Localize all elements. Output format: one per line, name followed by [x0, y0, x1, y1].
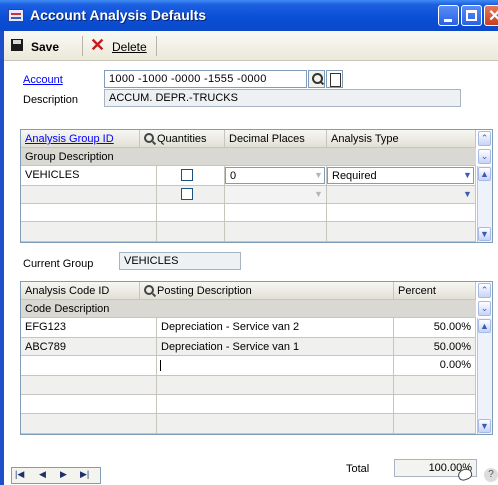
account-input[interactable]: 1000 -1000 -0000 -1555 -0000 — [104, 70, 307, 88]
table-row-cell-posting-description[interactable] — [157, 356, 394, 376]
scroll-down-icon[interactable]: ▼ — [478, 227, 491, 241]
table-row-empty[interactable] — [225, 204, 327, 222]
scroll-up-icon[interactable]: ▲ — [478, 167, 491, 181]
toolbar-separator — [82, 36, 83, 56]
column-header-analysis-code-id: Analysis Code ID — [21, 282, 140, 300]
table-row-cell-posting-description[interactable]: Depreciation - Service van 1 — [157, 338, 394, 356]
chevron-down-icon[interactable]: ▼ — [463, 189, 472, 199]
analysis-group-id-link[interactable]: Analysis Group ID — [25, 133, 114, 145]
current-group-label: Current Group — [23, 258, 94, 270]
delete-x-icon[interactable]: ✕ — [90, 36, 105, 54]
save-button[interactable]: Save — [31, 40, 59, 54]
help-icon[interactable]: ? — [484, 468, 498, 482]
minimize-icon — [444, 19, 452, 22]
table-row-empty[interactable] — [21, 414, 157, 434]
account-lookup-icon[interactable] — [308, 70, 325, 88]
collapse-grid-icon[interactable]: ⌃ — [478, 283, 491, 298]
table-row-cell-decimal-places: ▼ — [225, 186, 327, 204]
close-button[interactable]: ✕ — [484, 5, 498, 26]
table-row-empty[interactable] — [327, 222, 476, 242]
table-row-empty[interactable] — [157, 204, 225, 222]
table-row-cell-percent[interactable]: 50.00% — [394, 318, 476, 338]
save-icon[interactable] — [11, 39, 23, 51]
table-row-empty[interactable] — [225, 222, 327, 242]
column-header-quantities[interactable]: Quantities — [140, 130, 225, 148]
account-link[interactable]: Account — [23, 74, 63, 86]
description-field: ACCUM. DEPR.-TRUCKS — [104, 89, 461, 107]
table-row-empty[interactable] — [157, 222, 225, 242]
minimize-button[interactable] — [438, 5, 459, 26]
table-row-empty[interactable] — [157, 376, 394, 395]
total-label: Total — [346, 463, 370, 475]
window-title: Account Analysis Defaults — [30, 7, 207, 23]
table-row-cell-percent[interactable]: 50.00% — [394, 338, 476, 356]
table-row-empty[interactable] — [157, 395, 394, 414]
posting-description-label: Posting Description — [157, 285, 252, 297]
magnifier-icon[interactable] — [144, 133, 154, 143]
column-header-analysis-type: Analysis Type — [327, 130, 476, 148]
table-row-empty[interactable] — [394, 376, 476, 395]
magnifier-icon[interactable] — [144, 285, 154, 295]
table-row-cell-code-id[interactable]: ABC789 — [21, 338, 157, 356]
table-row-empty[interactable] — [21, 222, 157, 242]
table-row-cell-percent[interactable]: 0.00% — [394, 356, 476, 376]
scroll-down-icon[interactable]: ▼ — [478, 419, 491, 433]
analysis-type-dropdown[interactable]: Required ▼ — [327, 167, 474, 184]
toolbar-separator — [156, 36, 157, 56]
code-grid-scrollbar[interactable] — [477, 318, 492, 434]
close-icon: ✕ — [488, 8, 498, 25]
table-row-cell-posting-description[interactable]: Depreciation - Service van 2 — [157, 318, 394, 338]
decimal-places-dropdown[interactable]: 0 ▼ — [225, 167, 325, 184]
table-row-cell-analysis-type[interactable]: ▼ — [327, 186, 476, 204]
previous-record-icon[interactable]: ◀ — [39, 469, 46, 480]
maximize-icon — [466, 10, 477, 21]
last-record-icon[interactable]: ▶| — [80, 469, 89, 480]
delete-button[interactable]: Delete — [112, 40, 147, 54]
maximize-button[interactable] — [461, 5, 482, 26]
column-header-code-description: Code Description — [21, 300, 476, 318]
description-label: Description — [23, 94, 79, 106]
text-cursor — [160, 360, 161, 371]
table-row-cell-code-id[interactable] — [21, 356, 157, 376]
analysis-type-value: Required — [332, 170, 377, 182]
expand-grid-icon[interactable]: ⌄ — [478, 149, 491, 164]
table-row-empty[interactable] — [394, 395, 476, 414]
scroll-up-icon[interactable]: ▲ — [478, 319, 491, 333]
first-record-icon[interactable]: |◀ — [15, 469, 24, 480]
quantities-checkbox[interactable] — [181, 188, 193, 200]
chevron-down-icon: ▼ — [314, 189, 323, 199]
current-group-field: VEHICLES — [119, 252, 241, 270]
table-row-empty[interactable] — [157, 414, 394, 434]
chevron-down-icon[interactable]: ▼ — [463, 170, 472, 180]
column-header-group-description: Group Description — [21, 148, 476, 166]
table-row-empty[interactable] — [327, 204, 476, 222]
table-row-cell-group-id[interactable] — [21, 186, 157, 204]
window-icon — [8, 9, 24, 22]
table-row-empty[interactable] — [21, 204, 157, 222]
expand-grid-icon[interactable]: ⌄ — [478, 301, 491, 316]
table-row-cell-analysis-type[interactable]: Required ▼ — [327, 166, 476, 186]
toolbar — [4, 31, 498, 61]
quantities-label: Quantities — [157, 133, 207, 145]
decimal-places-value: 0 — [230, 170, 237, 182]
new-document-icon[interactable] — [326, 70, 343, 88]
quantities-checkbox[interactable] — [181, 169, 193, 181]
column-header-posting-description[interactable]: Posting Description — [140, 282, 394, 300]
table-row-empty[interactable] — [21, 395, 157, 414]
table-row-cell-code-id[interactable]: EFG123 — [21, 318, 157, 338]
column-header-decimal-places: Decimal Places — [225, 130, 327, 148]
column-header-analysis-group-id[interactable]: Analysis Group ID — [21, 130, 140, 148]
next-record-icon[interactable]: ▶ — [60, 469, 67, 480]
chevron-down-icon[interactable]: ▼ — [314, 170, 323, 180]
table-row-empty[interactable] — [21, 376, 157, 395]
table-row-empty[interactable] — [394, 414, 476, 434]
column-header-percent: Percent — [394, 282, 476, 300]
collapse-grid-icon[interactable]: ⌃ — [478, 131, 491, 146]
table-row-cell-group-id[interactable]: VEHICLES — [21, 166, 157, 186]
table-row-cell-decimal-places[interactable]: 0 ▼ — [225, 166, 327, 186]
